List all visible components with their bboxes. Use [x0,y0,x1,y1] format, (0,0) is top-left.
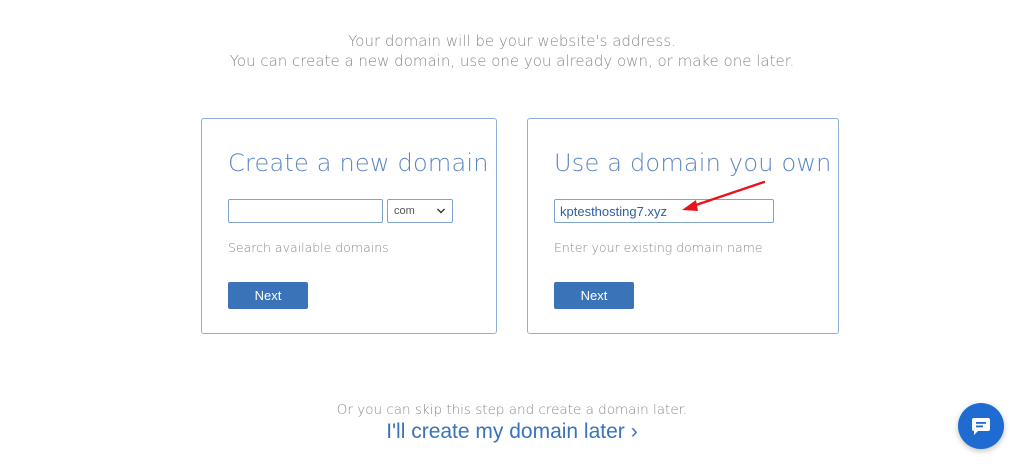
intro-text: Your domain will be your website's addre… [0,31,1024,71]
own-domain-hint: Enter your existing domain name [554,240,763,255]
use-own-domain-title: Use a domain you own [554,149,832,177]
new-domain-input[interactable] [228,199,383,223]
red-arrow-annotation [682,180,766,211]
create-domain-later-label: I'll create my domain later [386,420,625,443]
use-own-domain-card: Use a domain you own Enter your existing… [527,118,839,334]
create-new-domain-title: Create a new domain [228,149,489,177]
tld-selected-value: com [394,205,415,217]
own-domain-next-button[interactable]: Next [554,282,634,309]
new-domain-next-button[interactable]: Next [228,282,308,309]
chat-bubble-icon [972,418,990,435]
create-new-domain-card: Create a new domain com Search available… [201,118,497,334]
intro-line-2: You can create a new domain, use one you… [229,52,795,70]
skip-text: Or you can skip this step and create a d… [336,402,688,418]
tld-select[interactable]: com [387,199,453,223]
domain-setup-page: Your domain will be your website's addre… [0,0,1024,467]
chevron-down-icon [436,204,446,221]
intro-line-1: Your domain will be your website's addre… [348,32,676,50]
new-domain-hint: Search available domains [228,240,389,255]
chat-button[interactable] [958,403,1004,449]
create-domain-later-link[interactable]: I'll create my domain later › [0,420,1024,444]
chevron-right-icon: › [630,420,638,443]
